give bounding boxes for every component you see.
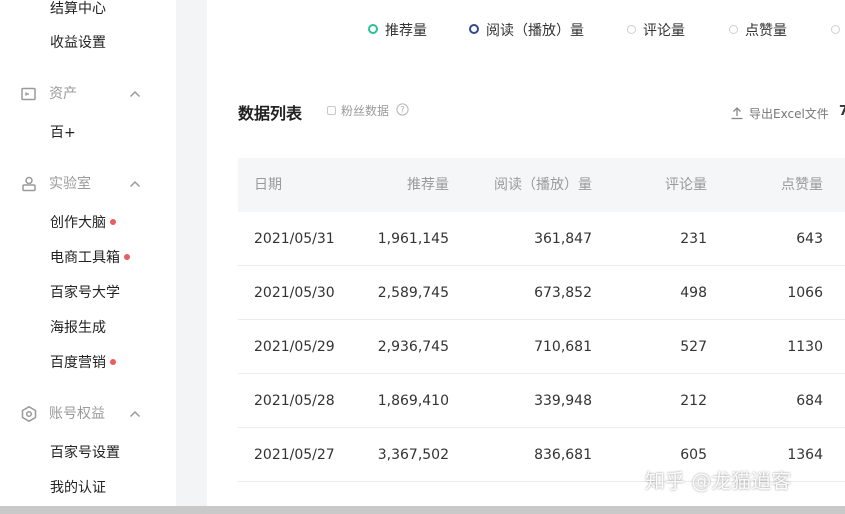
header-likes[interactable]: 点赞量 [781, 158, 823, 212]
fans-data-checkbox[interactable]: 粉丝数据 [327, 102, 389, 119]
cell-comments: 231 [680, 231, 707, 247]
upload-icon [731, 106, 743, 119]
legend-label: 点赞量 [745, 23, 787, 39]
table-header: 日期 推荐量 阅读（播放）量 评论量 点赞量 [238, 158, 845, 212]
horizontal-scrollbar[interactable] [0, 506, 845, 514]
sidebar-item-poster-generator[interactable]: 海报生成 [50, 319, 106, 337]
table-row[interactable]: 2021/05/30 2,589,745 673,852 498 1066 [238, 266, 845, 320]
cell-read: 673,852 [534, 285, 592, 301]
page-title: 数据列表 [238, 104, 303, 123]
watermark: 知乎 @龙猫逍客 [645, 469, 792, 493]
sidebar-item-label: 海报生成 [50, 320, 106, 336]
export-label: 导出Excel文件 [749, 107, 829, 121]
legend-ring-icon [831, 24, 840, 34]
cell-comments: 212 [680, 393, 707, 409]
sidebar-item-label: 结算中心 [50, 1, 106, 17]
sidebar-item-baijiahao-university[interactable]: 百家号大学 [50, 284, 120, 302]
sidebar-item-revenue-settings[interactable]: 收益设置 [50, 34, 106, 52]
main-panel: 推荐量 阅读（播放）量 评论量 点赞量 数据列表 粉丝数据 ? 导出Excel文… [207, 0, 845, 506]
legend-read[interactable]: 阅读（播放）量 [469, 22, 584, 40]
cell-likes: 1130 [787, 339, 823, 355]
sidebar-item-baijiahao-settings[interactable]: 百家号设置 [50, 444, 120, 462]
sidebar-item-label: 百家号大学 [50, 285, 120, 301]
header-recommend[interactable]: 推荐量 [407, 158, 449, 212]
fans-data-label: 粉丝数据 [341, 104, 390, 118]
chevron-up-icon [129, 180, 141, 188]
legend-ring-icon [729, 24, 738, 34]
legend-likes[interactable]: 点赞量 [729, 22, 787, 40]
sidebar-item-settlement-center[interactable]: 结算中心 [50, 0, 106, 18]
cell-date: 2021/05/29 [254, 339, 335, 355]
cell-recommend: 1,869,410 [377, 393, 449, 409]
section-lab[interactable]: 实验室 [20, 174, 150, 194]
sidebar-item-label: 创作大脑 [50, 215, 106, 231]
legend-label: 评论量 [643, 23, 685, 39]
sidebar-item-baidu-marketing[interactable]: 百度营销 [50, 354, 116, 372]
notification-dot [110, 219, 116, 225]
legend-ring-icon [627, 24, 636, 34]
cell-recommend: 2,589,745 [377, 285, 449, 301]
notification-dot [124, 254, 130, 260]
sidebar-item-label: 百家号设置 [50, 445, 120, 461]
hexagon-icon [21, 405, 37, 423]
data-table: 日期 推荐量 阅读（播放）量 评论量 点赞量 2021/05/31 1,961,… [238, 158, 845, 482]
sidebar-item-label: 收益设置 [50, 35, 106, 51]
section-assets[interactable]: 资产 [20, 84, 150, 104]
legend-comments[interactable]: 评论量 [627, 22, 685, 40]
chevron-up-icon [129, 410, 141, 418]
cell-date: 2021/05/28 [254, 393, 335, 409]
legend-ring-icon [469, 24, 479, 34]
header-read[interactable]: 阅读（播放）量 [494, 158, 592, 212]
cell-likes: 1364 [787, 447, 823, 463]
wallet-icon [21, 87, 36, 101]
chevron-up-icon [129, 90, 141, 98]
legend-label: 推荐量 [385, 23, 427, 39]
cell-recommend: 2,936,745 [377, 339, 449, 355]
cell-recommend: 1,961,145 [377, 231, 449, 247]
section-label: 资产 [49, 86, 77, 102]
user-badge-icon [22, 176, 36, 192]
cell-read: 836,681 [534, 447, 592, 463]
header-comments[interactable]: 评论量 [665, 158, 707, 212]
notification-dot [110, 359, 116, 365]
cell-date: 2021/05/31 [254, 231, 335, 247]
sidebar-item-label: 百度营销 [50, 355, 106, 371]
cell-comments: 527 [680, 339, 707, 355]
sidebar-item-my-certification[interactable]: 我的认证 [50, 479, 106, 497]
cell-date: 2021/05/27 [254, 447, 335, 463]
sidebar-item-label: 百+ [50, 125, 76, 141]
table-row[interactable]: 2021/05/29 2,936,745 710,681 527 1130 [238, 320, 845, 374]
cell-read: 361,847 [534, 231, 592, 247]
sidebar-item-ecommerce-toolbox[interactable]: 电商工具箱 [50, 249, 130, 267]
export-excel-button[interactable]: 导出Excel文件 [730, 105, 829, 122]
table-row[interactable]: 2021/05/31 1,961,145 361,847 231 643 [238, 212, 845, 266]
section-label: 账号权益 [49, 406, 105, 422]
sidebar-item-label: 我的认证 [50, 480, 106, 496]
sidebar-item-creation-brain[interactable]: 创作大脑 [50, 214, 116, 232]
header-date[interactable]: 日期 [254, 158, 282, 212]
svg-text:?: ? [400, 106, 405, 116]
sidebar-item-baiplus[interactable]: 百+ [50, 124, 76, 142]
legend-label: 阅读（播放）量 [486, 23, 584, 39]
help-icon[interactable]: ? [396, 103, 409, 116]
cell-read: 339,948 [534, 393, 592, 409]
cell-date: 2021/05/30 [254, 285, 335, 301]
cell-likes: 643 [796, 231, 823, 247]
truncated-label: 7 [839, 104, 845, 119]
legend-ring-icon [368, 24, 378, 34]
cell-likes: 1066 [787, 285, 823, 301]
section-label: 实验室 [49, 176, 91, 192]
legend-more[interactable] [831, 22, 845, 40]
cell-comments: 498 [680, 285, 707, 301]
cell-likes: 684 [796, 393, 823, 409]
legend-recommend[interactable]: 推荐量 [368, 22, 427, 40]
section-account-rights[interactable]: 账号权益 [20, 404, 150, 424]
table-row[interactable]: 2021/05/28 1,869,410 339,948 212 684 [238, 374, 845, 428]
sidebar: 结算中心 收益设置 资产 百+ 实验室 创作大脑 电商工具箱 百家号大学 海报生… [0, 0, 176, 506]
cell-recommend: 3,367,502 [377, 447, 449, 463]
cell-read: 710,681 [534, 339, 592, 355]
checkbox-box [327, 106, 336, 115]
sidebar-item-label: 电商工具箱 [50, 250, 120, 266]
